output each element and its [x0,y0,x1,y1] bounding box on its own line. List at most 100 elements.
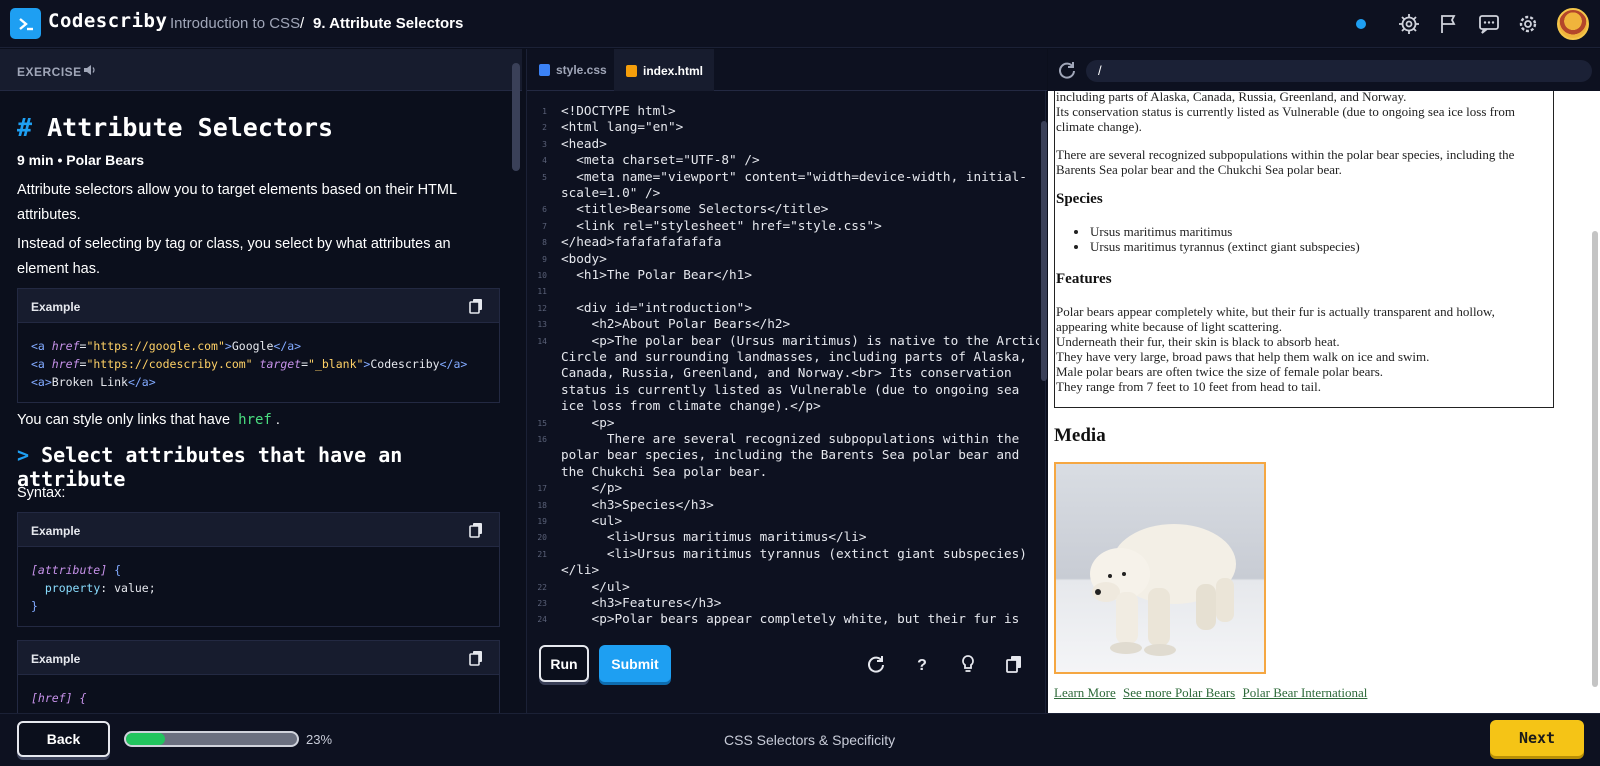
code-line[interactable]: </p> [561,480,623,495]
code-line[interactable]: Circle and surrounding landmasses, inclu… [561,349,1027,364]
line-number: 15 [537,418,547,428]
line-number: 24 [537,615,547,625]
code-line[interactable]: </ul> [561,579,630,594]
preview-url-input[interactable]: / [1086,60,1592,82]
code-line[interactable]: <h2>About Polar Bears</h2> [561,316,791,331]
code-line[interactable]: <meta charset="UTF-8" /> [561,152,759,167]
code-line[interactable]: <li>Ursus maritimus tyrannus (extinct gi… [561,546,1027,561]
breadcrumb-lesson: 9. Attribute Selectors [313,15,464,32]
line-number: 2 [542,123,547,133]
species-item: Ursus maritimus maritimus [1073,224,1233,239]
intro-line-2: Its conservation status is currently lis… [1056,104,1515,119]
next-button[interactable]: Next [1490,720,1584,756]
flag-icon[interactable] [1438,13,1460,35]
species-item: Ursus maritimus tyrannus (extinct giant … [1074,239,1360,254]
code-line[interactable]: <!DOCTYPE html> [561,103,676,118]
features-line: They range from 7 feet to 10 feet from h… [1056,379,1321,394]
line-number: 21 [537,549,547,559]
preview-panel: / including parts of Alaska, Canada, Rus… [1048,49,1600,713]
example-code-1: <a href="https://google.com">Google</a> … [31,339,468,389]
preview-scrollbar[interactable] [1592,231,1598,687]
code-line[interactable]: <title>Bearsome Selectors</title> [561,201,828,216]
code-line[interactable]: <meta name="viewport" content="width=dev… [561,169,1027,184]
back-button[interactable]: Back [17,721,110,757]
line-number: 12 [537,303,547,313]
course-name: CSS Selectors & Specificity [724,732,896,748]
see-more-polar-bears-link[interactable]: See more Polar Bears [1123,685,1235,700]
code-line[interactable]: There are several recognized subpopulati… [561,431,1019,446]
tab-index-html[interactable]: index.html [614,49,714,91]
features-line: Polar bears appear completely white, but… [1056,304,1495,319]
learn-more-link[interactable]: Learn More [1054,685,1116,700]
copy-icon[interactable] [469,650,483,666]
copy-icon[interactable] [469,522,483,538]
chat-icon[interactable] [1478,13,1500,35]
code-line[interactable]: the Chukchi Sea polar bear. [561,464,767,479]
code-line[interactable]: <ul> [561,513,623,528]
code-area[interactable]: 1 <!DOCTYPE html> 2 <html lang="en"> 3 <head>… [527,103,1039,643]
top-bar: Codescriby Introduction to CSS / 9. Attr… [0,0,1600,48]
preferences-gear-icon[interactable] [1517,13,1539,35]
help-icon[interactable]: ? [913,655,931,673]
polar-bear-international-link[interactable]: Polar Bear International [1243,685,1368,700]
code-line[interactable]: polar bear species, including the Barent… [561,447,1019,462]
style-note: You can style only links that have href … [17,412,280,428]
code-line[interactable]: <p>The polar bear (Ursus maritimus) is n… [561,333,1039,348]
status-dot [1356,19,1366,29]
hint-lightbulb-icon[interactable] [959,655,977,673]
example-label: Example [31,524,81,538]
refresh-icon[interactable] [1058,61,1076,79]
line-number: 14 [537,336,547,346]
exercise-scrollbar[interactable] [512,63,520,171]
speaker-icon[interactable] [82,63,96,77]
breadcrumb-course[interactable]: Introduction to CSS [170,15,300,32]
code-line[interactable]: <h3>Features</h3> [561,595,722,610]
html-file-icon [626,65,637,77]
line-number: 1 [542,107,547,116]
line-number: 19 [537,517,547,526]
code-line[interactable]: <p> [561,415,615,430]
line-number: 5 [542,172,547,182]
reset-icon[interactable] [867,655,885,673]
code-line[interactable]: <head> [561,136,607,151]
polar-bear-image[interactable] [1054,462,1266,674]
code-line[interactable]: <link rel="stylesheet" href="style.css"> [561,218,882,233]
code-line[interactable]: <li>Ursus maritimus maritimus</li> [561,529,867,544]
code-line[interactable]: <h3>Species</h3> [561,497,714,512]
run-button[interactable]: Run [539,645,589,682]
tab-style-css[interactable]: style.css [527,49,614,91]
line-number: 4 [542,156,547,166]
line-number: 10 [537,271,547,280]
code-line[interactable]: <body> [561,251,607,266]
example-box-2: Example [attribute] { property: value; } [17,512,500,627]
example-box-1: Example <a href="https://google.com">Goo… [17,288,500,403]
copy-icon[interactable] [469,298,483,314]
preview-toolbar: / [1048,49,1600,91]
user-avatar[interactable] [1557,8,1589,40]
copy-code-icon[interactable] [1005,655,1023,673]
features-line: Male polar bears are often twice the siz… [1056,364,1384,379]
code-line[interactable]: </li> [561,562,599,577]
progress-percent: 23% [306,732,333,747]
code-line[interactable]: <html lang="en"> [561,119,683,134]
logo-icon[interactable] [10,8,41,39]
brand-name[interactable]: Codescriby [48,10,167,32]
code-line[interactable]: Canada, Russia, Greenland, and Norway.<b… [561,365,1012,380]
code-line[interactable]: <h1>The Polar Bear</h1> [561,267,752,282]
features-line: appearing white because of light scatter… [1056,319,1282,334]
line-number: 22 [537,582,547,592]
code-line[interactable]: scale=1.0" /> [561,185,660,200]
intro-line-3: climate change). [1056,119,1142,134]
example-box-3: Example [href] { [17,640,500,713]
editor-scrollbar[interactable] [1041,121,1047,381]
code-line[interactable]: <div id="introduction"> [561,300,752,315]
settings-gear-icon[interactable] [1398,13,1420,35]
code-line[interactable]: status is currently listed as Vulnerable… [561,382,1019,397]
code-line[interactable]: ice loss from climate change).</p> [561,398,821,413]
line-number: 16 [537,435,547,444]
submit-button[interactable]: Submit [599,645,671,682]
code-line[interactable]: </head>fafafafafafafa [561,234,721,249]
preview-content: including parts of Alaska, Canada, Russi… [1048,91,1600,713]
svg-text:?: ? [917,657,927,673]
code-line[interactable]: <p>Polar bears appear completely white, … [561,611,1020,626]
